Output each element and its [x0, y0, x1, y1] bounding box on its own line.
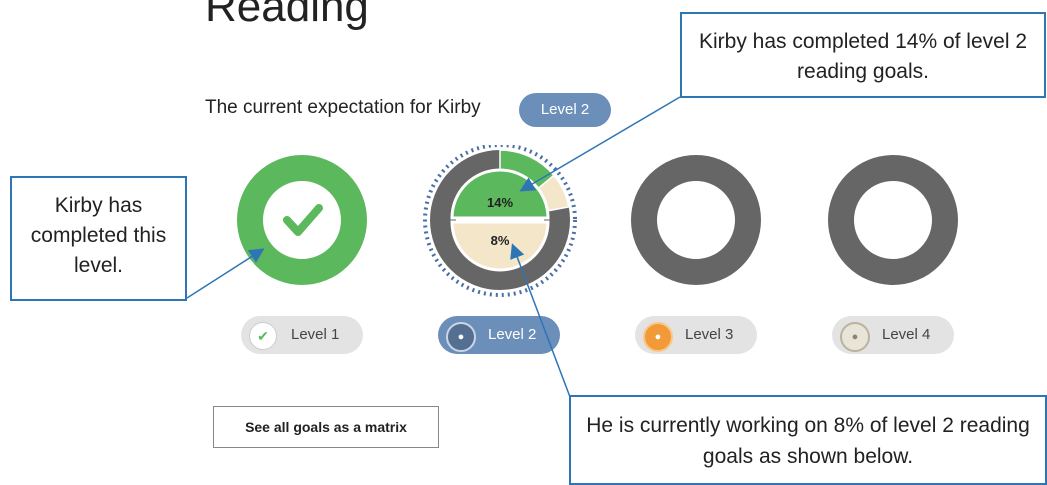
level-1-pill[interactable]: ✔ Level 1 — [241, 316, 363, 354]
level-4-pill[interactable]: ● Level 4 — [832, 316, 954, 354]
level-label: Level 1 — [291, 326, 340, 343]
level-label: Level 3 — [685, 326, 734, 343]
level-3-pill[interactable]: ● Level 3 — [635, 316, 757, 354]
expectation-badge: Level 2 — [519, 93, 611, 127]
check-icon — [283, 204, 323, 236]
check-icon: ✔ — [249, 322, 277, 350]
level-label: Level 4 — [882, 326, 931, 343]
level-label: Level 2 — [488, 326, 537, 343]
level-2-ring[interactable]: 14% 8% — [423, 145, 577, 297]
callout-completed-pct: Kirby has completed 14% of level 2 readi… — [680, 12, 1046, 98]
level-rings: 14% 8% — [237, 145, 958, 297]
callout-working-pct: He is currently working on 8% of level 2… — [569, 395, 1047, 485]
page-title: Reading — [205, 0, 369, 31]
level-1-ring[interactable] — [237, 155, 367, 285]
level-2-badge-icon: ● — [446, 322, 476, 352]
level-3-badge-icon: ● — [643, 322, 673, 352]
level-2-pill[interactable]: ● Level 2 — [438, 316, 560, 354]
level-4-badge-icon: ● — [840, 322, 870, 352]
callout-completed-level: Kirby has completed this level. — [10, 176, 187, 301]
completed-pct-label: 14% — [487, 195, 513, 210]
level-4-ring[interactable] — [828, 155, 958, 285]
see-matrix-button[interactable]: See all goals as a matrix — [213, 406, 439, 448]
level-3-ring[interactable] — [631, 155, 761, 285]
working-pct-label: 8% — [491, 233, 510, 248]
expectation-text: The current expectation for Kirby — [205, 97, 481, 118]
